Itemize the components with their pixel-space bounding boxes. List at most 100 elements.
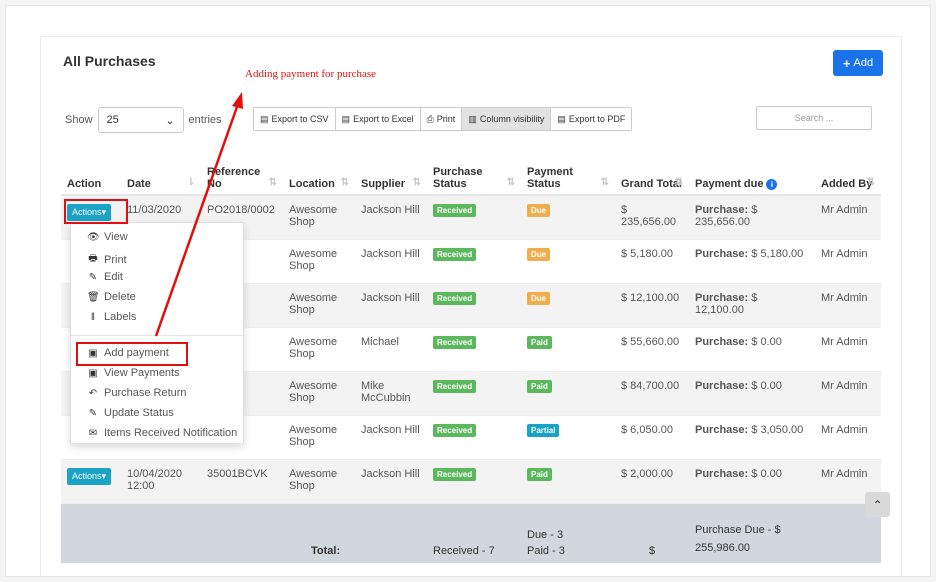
export-pdf-label: Export to PDF — [568, 114, 626, 124]
supplier-cell: Jackson Hill — [355, 282, 427, 327]
total-label: Total: — [201, 502, 427, 563]
menu-item-delete[interactable]: 🗑 Delete — [87, 291, 136, 303]
col-location[interactable]: Location ⇅ — [283, 149, 355, 196]
col-grand-total[interactable]: Grand Total ⇅ — [615, 149, 689, 196]
menu-item-purchase-return[interactable]: ↶ Purchase Return — [87, 387, 187, 399]
table-header-row: Action Date ⇂ Reference No ⇅ Location ⇅ Sup… — [61, 149, 881, 196]
file-pdf-icon: ▤ — [557, 113, 566, 124]
menu-item-labels[interactable]: ‖ Labels — [87, 311, 137, 323]
col-payment-status[interactable]: Payment Status ⇅ — [521, 149, 615, 196]
actions-button[interactable]: Actions▾ — [67, 467, 112, 485]
menu-item-view-payments[interactable]: ▣ View Payments — [87, 367, 179, 379]
menu-item-label: Update Status — [104, 407, 174, 419]
purchase-status-cell[interactable]: Received — [427, 282, 521, 327]
actions-dropdown-menu: 👁 View 🖶 Print ✎ Edit 🗑 Delete ‖ Labels ▣ Add payme… — [70, 222, 244, 444]
status-badge: Received — [433, 204, 477, 217]
payment-due-cell: Purchase: $ 12,100.00 — [689, 282, 815, 327]
purchase-status-cell[interactable]: Received — [427, 458, 521, 503]
sort-icon: ⇅ — [674, 177, 683, 188]
scroll-to-top-button[interactable]: ⌃ — [865, 492, 890, 517]
added-by-cell: Mr Admin — [815, 414, 881, 459]
length-control: Show 25 ⌄ entries — [65, 107, 222, 133]
menu-divider — [71, 335, 243, 336]
export-excel-label: Export to Excel — [353, 114, 414, 124]
menu-item-label: Purchase Return — [104, 387, 187, 399]
col-reference[interactable]: Reference No ⇅ — [201, 149, 283, 196]
envelope-icon: ✉ — [88, 427, 98, 439]
payment-status-cell[interactable]: Paid — [521, 458, 615, 503]
sort-icon: ⇅ — [340, 177, 349, 188]
annotation-text: Adding payment for purchase — [245, 68, 377, 80]
payment-status-cell[interactable]: Due — [521, 282, 615, 327]
purchase-status-cell[interactable]: Received — [427, 370, 521, 415]
location-cell: Awesome Shop — [283, 370, 355, 415]
supplier-cell: Jackson Hill — [355, 458, 427, 503]
purchase-status-cell[interactable]: Received — [427, 238, 521, 283]
supplier-cell: Michael — [355, 326, 427, 371]
payment-badge: Due — [527, 291, 551, 305]
payment-due-cell: Purchase: $ 0.00 — [689, 326, 815, 371]
payment-badge: Due — [527, 247, 551, 261]
supplier-cell: Jackson Hill — [355, 238, 427, 283]
payment-badge: Paid — [527, 379, 552, 393]
menu-item-edit[interactable]: ✎ Edit — [87, 271, 123, 283]
status-badge: Received — [433, 247, 477, 261]
payment-due-cell: Purchase: $ 3,050.00 — [689, 414, 815, 459]
col-supplier[interactable]: Supplier ⇅ — [355, 149, 427, 196]
status-badge: Received — [433, 291, 477, 305]
payment-status-cell[interactable]: Due — [521, 238, 615, 283]
table-row: Actions▾ 10/04/2020 12:00 35001BCVK Awesome… — [61, 458, 881, 503]
column-visibility-label: Column visibility — [479, 114, 545, 124]
payment-badge: Due — [527, 204, 551, 217]
col-purchase-status[interactable]: Purchase Status ⇅ — [427, 149, 521, 196]
export-csv-button[interactable]: ▤ Export to CSV — [254, 108, 336, 130]
payment-status-cell[interactable]: Paid — [521, 370, 615, 415]
column-visibility-button[interactable]: ▥ Column visibility — [462, 108, 552, 130]
col-added-by[interactable]: Added By ⇅ — [815, 149, 881, 196]
supplier-cell: Jackson Hill — [355, 194, 427, 239]
print-label: Print — [436, 114, 456, 124]
reference-cell: 35001BCVK — [201, 458, 283, 503]
print-button[interactable]: ⎙ Print — [420, 108, 463, 130]
total-purchase-due: Purchase Due - $ 255,986.00 — [689, 502, 815, 563]
grand-total-cell: $ 5,180.00 — [615, 238, 689, 283]
location-cell: Awesome Shop — [283, 282, 355, 327]
payment-badge: Paid — [527, 467, 552, 481]
menu-item-update-status[interactable]: ✎ Update Status — [87, 407, 174, 419]
entries-select[interactable]: 25 ⌄ — [97, 107, 184, 133]
payment-status-cell[interactable]: Paid — [521, 326, 615, 371]
grand-total-cell: $ 84,700.00 — [615, 370, 689, 415]
chevron-down-icon: ⌄ — [165, 114, 175, 127]
supplier-cell: Mike McCubbin — [355, 370, 427, 415]
menu-item-items-received-notification[interactable]: ✉ Items Received Notification — [87, 427, 237, 439]
col-payment-due: Payment due i — [689, 149, 815, 196]
chevron-up-icon: ⌃ — [872, 497, 883, 512]
purchase-status-cell[interactable]: Received — [427, 414, 521, 459]
purchase-status-cell[interactable]: Received — [427, 326, 521, 371]
col-date[interactable]: Date ⇂ — [121, 149, 201, 196]
entries-value: 25 — [106, 114, 119, 126]
payment-status-cell[interactable]: Due — [521, 194, 615, 239]
trash-icon: 🗑 — [87, 291, 100, 303]
export-excel-button[interactable]: ▤ Export to Excel — [335, 108, 421, 130]
search-input[interactable] — [756, 106, 872, 130]
total-row: Total: Received - 7 Due - 3 Paid - 3 $ P… — [61, 502, 881, 563]
export-pdf-button[interactable]: ▤ Export to PDF — [551, 108, 632, 130]
add-button-label: Add — [853, 57, 874, 69]
info-icon[interactable]: i — [766, 179, 778, 190]
added-by-cell: Mr Admin — [815, 282, 881, 327]
money-icon: ▣ — [88, 367, 98, 379]
payment-badge: Paid — [527, 335, 552, 349]
grand-total-cell: $ 2,000.00 — [615, 458, 689, 503]
menu-item-print[interactable]: 🖶 Print — [87, 251, 126, 268]
add-purchase-button[interactable]: + Add — [833, 50, 883, 76]
payment-status-cell[interactable]: Partial — [521, 414, 615, 459]
col-action: Action — [61, 149, 121, 196]
annotation-box-add-payment — [76, 342, 188, 366]
menu-item-label: Delete — [104, 291, 136, 303]
supplier-cell: Jackson Hill — [355, 414, 427, 459]
total-due-count: Due - 3 — [527, 529, 564, 541]
location-cell: Awesome Shop — [283, 414, 355, 459]
purchase-status-cell[interactable]: Received — [427, 194, 521, 239]
menu-item-view[interactable]: 👁 View — [87, 231, 128, 243]
